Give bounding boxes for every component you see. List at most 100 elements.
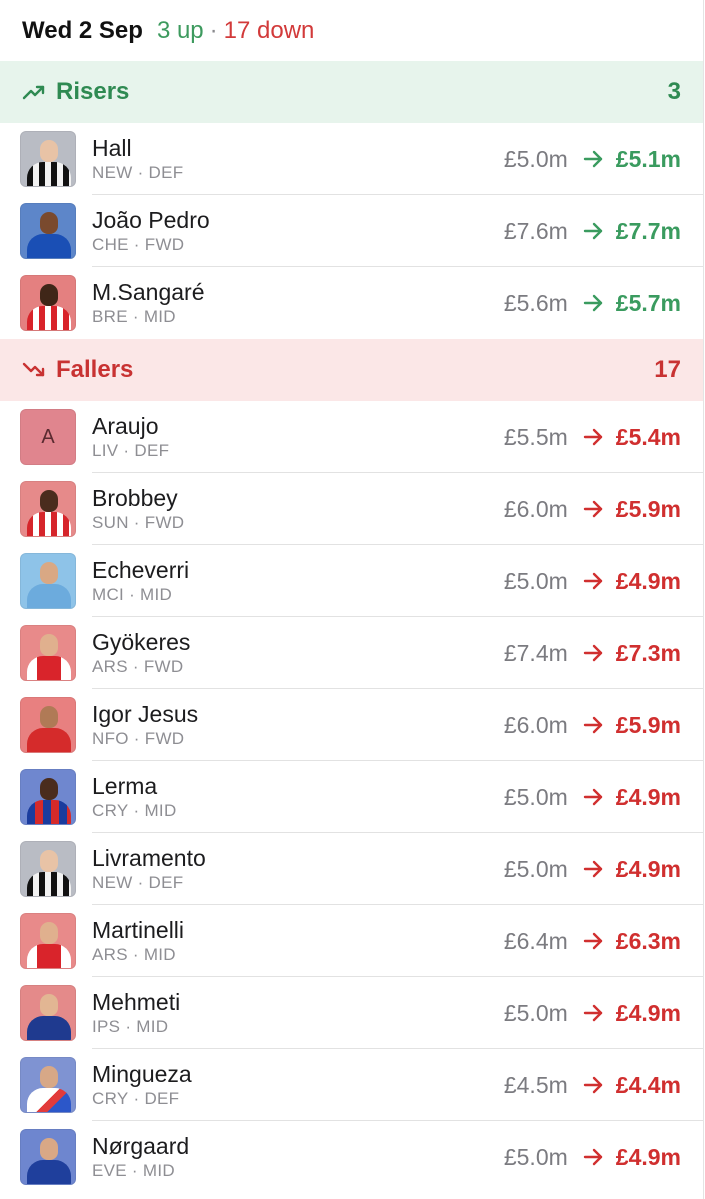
arrow-right-icon xyxy=(582,220,604,242)
price-change: £4.5m £4.4m xyxy=(504,1072,681,1099)
new-price: £4.9m xyxy=(615,567,681,594)
position-code: FWD xyxy=(144,729,185,748)
player-row[interactable]: Brobbey SUN · FWD £6.0m £5.9m xyxy=(0,473,703,545)
player-name: M.Sangaré xyxy=(92,279,205,305)
player-photo xyxy=(20,1129,76,1185)
position-code: MID xyxy=(136,1017,169,1036)
player-info: Livramento NEW · DEF xyxy=(92,845,504,893)
player-name: Echeverri xyxy=(92,557,190,583)
player-row[interactable]: A Araujo LIV · DEF £5.5m £5.4m xyxy=(0,401,703,473)
player-info: Mingueza CRY · DEF xyxy=(92,1061,504,1109)
trending-down-icon xyxy=(22,358,46,382)
price-change: £6.0m £5.9m xyxy=(504,496,681,523)
arrow-right-icon xyxy=(582,1074,604,1096)
fallers-list: A Araujo LIV · DEF £5.5m £5.4m Brobbey SUN · FWD £6… xyxy=(0,401,703,1193)
old-price: £5.5m xyxy=(503,423,568,450)
player-meta: BRE · MID xyxy=(92,306,504,327)
player-row[interactable]: Igor Jesus NFO · FWD £6.0m £5.9m xyxy=(0,689,703,761)
fallers-title: Fallers xyxy=(56,356,134,383)
player-meta: CHE · FWD xyxy=(92,234,504,255)
player-photo xyxy=(20,1057,76,1113)
new-price: £5.9m xyxy=(615,711,681,738)
avatar-initial: A xyxy=(41,425,55,448)
player-info: Echeverri MCI · MID xyxy=(92,557,504,605)
arrow-right-icon xyxy=(582,570,604,592)
team-code: MCI xyxy=(92,585,125,604)
old-price: £4.5m xyxy=(503,1071,568,1098)
team-code: NFO xyxy=(92,729,129,748)
player-row[interactable]: Hall NEW · DEF £5.0m £5.1m xyxy=(0,123,703,195)
team-code: NEW xyxy=(92,163,133,182)
day-header: Wed 2 Sep 3 up · 17 down xyxy=(0,0,703,61)
player-row[interactable]: Livramento NEW · DEF £5.0m £4.9m xyxy=(0,833,703,905)
position-code: DEF xyxy=(148,163,184,182)
player-row[interactable]: Mingueza CRY · DEF £4.5m £4.4m xyxy=(0,1049,703,1121)
player-name: Gyökeres xyxy=(92,629,191,655)
player-row[interactable]: Echeverri MCI · MID £5.0m £4.9m xyxy=(0,545,703,617)
player-meta: MCI · MID xyxy=(92,584,504,605)
player-row[interactable]: Gyökeres ARS · FWD £7.4m £7.3m xyxy=(0,617,703,689)
new-price: £4.4m xyxy=(615,1071,681,1098)
price-change: £5.0m £4.9m xyxy=(504,568,681,595)
price-change: £5.0m £4.9m xyxy=(504,1000,681,1027)
player-row[interactable]: Lerma CRY · MID £5.0m £4.9m xyxy=(0,761,703,833)
meta-separator: · xyxy=(129,585,136,604)
player-meta: EVE · MID xyxy=(92,1160,504,1181)
position-code: MID xyxy=(142,1161,175,1180)
player-row[interactable]: Martinelli ARS · MID £6.4m £6.3m xyxy=(0,905,703,977)
player-meta: CRY · DEF xyxy=(92,1088,504,1109)
player-name: Hall xyxy=(92,135,132,161)
player-name: João Pedro xyxy=(92,207,210,233)
player-photo xyxy=(20,697,76,753)
price-change: £5.5m £5.4m xyxy=(504,424,681,451)
position-code: FWD xyxy=(144,235,185,254)
meta-separator: · xyxy=(132,657,139,676)
player-info: Araujo LIV · DEF xyxy=(92,413,504,461)
player-info: Gyökeres ARS · FWD xyxy=(92,629,504,677)
arrow-right-icon xyxy=(582,292,604,314)
arrow-right-icon xyxy=(582,714,604,736)
player-row[interactable]: João Pedro CHE · FWD £7.6m £7.7m xyxy=(0,195,703,267)
fallers-summary: 17 down xyxy=(223,16,315,44)
player-name: Lerma xyxy=(92,773,158,799)
position-code: DEF xyxy=(144,1089,180,1108)
team-code: CRY xyxy=(92,1089,129,1108)
player-photo xyxy=(20,769,76,825)
arrow-right-icon xyxy=(582,786,604,808)
player-row[interactable]: Nørgaard EVE · MID £5.0m £4.9m xyxy=(0,1121,703,1193)
fallers-section-header[interactable]: Fallers 17 xyxy=(0,339,703,401)
arrow-right-icon xyxy=(582,858,604,880)
old-price: £5.0m xyxy=(503,783,568,810)
player-name: Araujo xyxy=(92,413,159,439)
old-price: £5.0m xyxy=(503,145,568,172)
new-price: £4.9m xyxy=(615,999,681,1026)
player-name: Livramento xyxy=(92,845,206,871)
player-row[interactable]: Mehmeti IPS · MID £5.0m £4.9m xyxy=(0,977,703,1049)
team-code: NEW xyxy=(92,873,133,892)
player-photo xyxy=(20,553,76,609)
player-name: Martinelli xyxy=(92,917,185,943)
player-meta: NEW · DEF xyxy=(92,162,504,183)
meta-separator: · xyxy=(137,163,144,182)
player-info: M.Sangaré BRE · MID xyxy=(92,279,504,327)
team-code: LIV xyxy=(92,441,119,460)
team-code: IPS xyxy=(92,1017,121,1036)
team-code: CRY xyxy=(92,801,129,820)
meta-separator: · xyxy=(133,801,140,820)
player-photo xyxy=(20,913,76,969)
new-price: £6.3m xyxy=(615,927,681,954)
price-change: £6.0m £5.9m xyxy=(504,712,681,739)
new-price: £5.7m xyxy=(615,289,681,316)
player-meta: LIV · DEF xyxy=(92,440,504,461)
player-photo xyxy=(20,203,76,259)
risers-section-header[interactable]: Risers 3 xyxy=(0,61,703,123)
old-price: £6.0m xyxy=(503,711,568,738)
player-meta: ARS · MID xyxy=(92,944,504,965)
meta-separator: · xyxy=(123,441,130,460)
old-price: £5.0m xyxy=(503,999,568,1026)
position-code: MID xyxy=(143,945,176,964)
player-photo xyxy=(20,625,76,681)
date-label: Wed 2 Sep xyxy=(22,16,143,44)
player-row[interactable]: M.Sangaré BRE · MID £5.6m £5.7m xyxy=(0,267,703,339)
player-info: Brobbey SUN · FWD xyxy=(92,485,504,533)
